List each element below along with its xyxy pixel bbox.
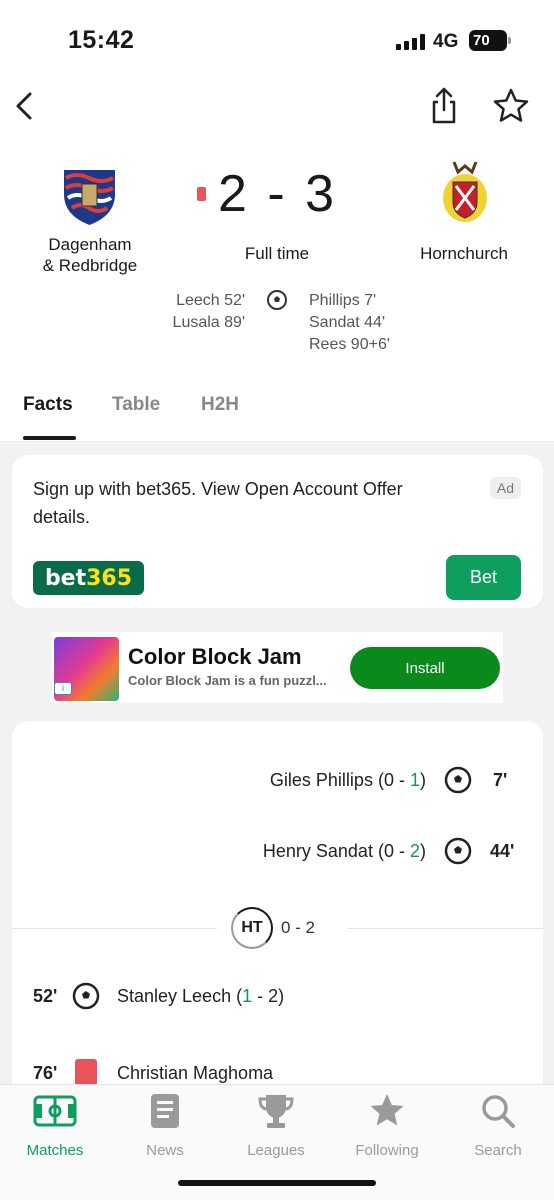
nav-label: Matches <box>26 1142 84 1159</box>
network-type: 4G <box>433 31 459 52</box>
scorer: Rees 90+6' <box>309 336 390 353</box>
tab-h2h[interactable]: H2H <box>201 394 239 416</box>
tab-table[interactable]: Table <box>112 394 160 416</box>
event-red-card[interactable]: Christian Maghoma <box>117 1063 273 1084</box>
status-bar: 15:42 4G 70 <box>0 0 554 80</box>
event-minute: 76' <box>33 1063 58 1083</box>
star-outline-icon <box>493 88 529 122</box>
score-part: (0 - <box>377 770 410 790</box>
scorer: Leech 52' <box>176 292 245 309</box>
nav-label: Following <box>355 1142 419 1159</box>
nav-label: News <box>146 1142 184 1159</box>
banner-title[interactable]: Color Block Jam <box>128 644 302 670</box>
bet-button[interactable]: Bet <box>446 555 521 600</box>
scorer: Lusala 89' <box>172 314 245 331</box>
status-time: 15:42 <box>68 26 135 54</box>
event-player: Christian Maghoma <box>117 1063 274 1083</box>
event-player: Stanley Leech <box>117 986 232 1006</box>
install-button[interactable]: Install <box>350 647 500 689</box>
away-team-crest[interactable] <box>440 160 490 224</box>
score-part: 1 <box>409 770 420 790</box>
share-icon <box>432 87 456 124</box>
event-minute: 7' <box>493 770 508 790</box>
signal-icon <box>396 34 426 50</box>
football-icon <box>266 289 288 311</box>
trophy-icon <box>258 1095 294 1128</box>
follow-button[interactable] <box>491 86 531 126</box>
score-part: 1 <box>242 986 253 1006</box>
ad-text[interactable]: Sign up with bet365. View Open Account O… <box>33 475 433 531</box>
battery-icon: 70 <box>469 30 511 51</box>
banner-ad[interactable]: i Color Block Jam Color Block Jam is a f… <box>52 632 503 703</box>
score-part: (0 - <box>377 841 410 861</box>
nav-label: Leagues <box>247 1142 305 1159</box>
event-goal[interactable]: Henry Sandat (0 - 2) <box>263 841 426 862</box>
match-tabs: Facts Table H2H <box>0 380 554 442</box>
event-score: (0 - 2) <box>378 841 426 861</box>
event-minute: 52' <box>33 986 58 1006</box>
nav-label: Search <box>474 1142 522 1159</box>
home-indicator[interactable] <box>178 1180 376 1186</box>
star-icon <box>370 1094 404 1126</box>
home-scorers: Leech 52' Lusala 89' <box>173 290 245 334</box>
match-events: Giles Phillips (0 - 1) 7' Henry Sandat (… <box>12 721 543 1084</box>
event-minute: 44' <box>490 841 515 861</box>
news-icon <box>151 1094 179 1128</box>
bet365-logo[interactable]: bet 365 <box>33 561 144 595</box>
score-part: ) <box>420 841 426 861</box>
bet365-ad-card[interactable]: Sign up with bet365. View Open Account O… <box>12 455 543 608</box>
match-status: Full time <box>244 244 310 263</box>
halftime-score: 0 - 2 <box>281 918 316 937</box>
score-part: 2 <box>409 841 420 861</box>
logo-part: 365 <box>86 565 133 591</box>
red-card-icon <box>197 187 206 201</box>
event-goal[interactable]: Stanley Leech (1 - 2) <box>117 986 284 1007</box>
away-scorers: Phillips 7' Sandat 44' Rees 90+6' <box>309 290 390 356</box>
tab-facts[interactable]: Facts <box>23 394 73 416</box>
event-score: (1 - 2) <box>236 986 284 1006</box>
ad-badge: Ad <box>489 477 521 499</box>
red-card-icon <box>75 1059 97 1084</box>
football-icon <box>444 837 472 865</box>
halftime-marker: HT 0 - 2 <box>217 905 347 951</box>
event-goal[interactable]: Giles Phillips (0 - 1) <box>270 770 426 791</box>
score-part: - 2) <box>252 986 285 1006</box>
event-player: Henry Sandat <box>262 841 373 861</box>
home-team-crest[interactable] <box>62 160 117 226</box>
battery-level: 70 <box>473 32 490 49</box>
football-icon <box>444 766 472 794</box>
chevron-left-icon <box>16 92 32 120</box>
active-tab-indicator <box>23 436 76 440</box>
score-part: ) <box>420 770 426 790</box>
scorer: Phillips 7' <box>309 292 377 309</box>
share-button[interactable] <box>424 86 464 126</box>
ad-info-icon[interactable]: i <box>54 682 72 695</box>
pitch-icon <box>33 1095 77 1127</box>
event-player: Giles Phillips <box>269 770 373 790</box>
halftime-badge: HT <box>231 907 273 949</box>
logo-part: bet <box>44 565 87 591</box>
match-score: 2 - 3 <box>218 165 338 223</box>
event-score: (0 - 1) <box>378 770 426 790</box>
back-button[interactable] <box>6 86 46 126</box>
search-icon <box>482 1095 515 1128</box>
scorer: Sandat 44' <box>309 314 386 331</box>
facts-content[interactable]: Sign up with bet365. View Open Account O… <box>0 442 554 1084</box>
football-icon <box>72 982 100 1010</box>
banner-subtitle[interactable]: Color Block Jam is a fun puzzl... <box>128 673 327 688</box>
